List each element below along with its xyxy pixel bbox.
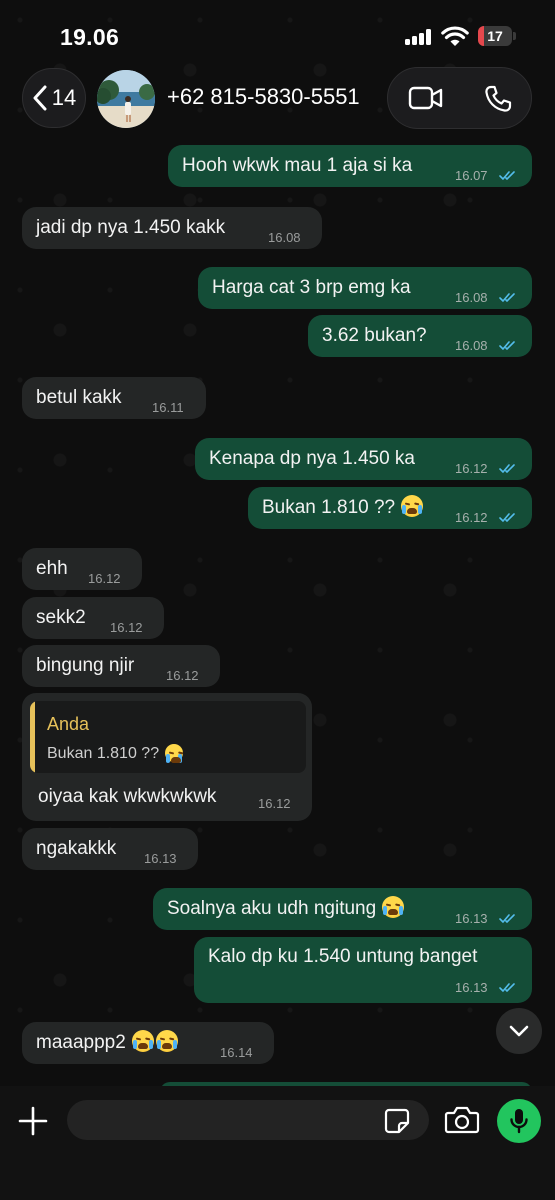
message-text: bingung njir <box>36 655 135 676</box>
scroll-to-bottom-button[interactable] <box>496 1008 542 1054</box>
wifi-icon <box>441 26 469 46</box>
battery-icon: 17 <box>478 26 516 46</box>
status-time: 19.06 <box>60 24 120 50</box>
voice-call-button[interactable] <box>480 82 516 116</box>
call-actions <box>387 67 532 129</box>
message-text: Soalnya aku udh ngitung <box>167 898 377 919</box>
message-bubble-outgoing[interactable]: Bukan 1.810 ?? 16.12 <box>248 487 532 529</box>
read-receipt-icon <box>499 513 515 522</box>
attach-plus-icon[interactable] <box>16 1104 50 1138</box>
quote-author: Anda <box>47 714 90 734</box>
message-time: 16.08 <box>455 338 488 353</box>
loudly-crying-face-icon <box>382 896 405 918</box>
loudly-crying-face-icon <box>401 495 424 517</box>
status-bar: 19.06 17 <box>0 0 555 70</box>
message-bubble-outgoing[interactable]: Soalnya aku udh ngitung 16.13 <box>153 888 532 930</box>
message-time: 16.12 <box>110 620 143 635</box>
contact-name[interactable]: +62 815-5830-5551 <box>167 84 360 110</box>
message-bubble-incoming[interactable]: ngakakkk 16.13 <box>22 828 198 870</box>
message-bubble-incoming[interactable]: maaappp2 16.14 <box>22 1022 274 1064</box>
read-receipt-icon <box>499 464 515 473</box>
message-input[interactable] <box>67 1100 429 1140</box>
read-receipt-icon <box>499 293 515 302</box>
message-text: Bukan 1.810 ?? <box>262 497 396 518</box>
message-text: maaappp2 <box>36 1032 126 1053</box>
message-time: 16.12 <box>455 510 488 525</box>
read-receipt-icon <box>499 983 515 992</box>
cellular-signal-icon <box>405 29 435 45</box>
message-text: Kenapa dp nya 1.450 ka <box>209 448 416 469</box>
loudly-crying-face-icon <box>132 1030 155 1052</box>
avatar-photo <box>97 70 155 128</box>
sticker-icon[interactable] <box>384 1108 410 1134</box>
battery-percent: 17 <box>487 28 503 44</box>
message-time: 16.11 <box>152 400 184 415</box>
message-time: 16.12 <box>166 668 199 683</box>
message-time: 16.08 <box>268 230 301 245</box>
message-time: 16.12 <box>455 461 488 476</box>
camera-icon[interactable] <box>444 1105 480 1135</box>
message-bubble-incoming[interactable]: betul kakk 16.11 <box>22 377 206 419</box>
message-time: 16.13 <box>455 980 488 995</box>
unread-chats-count: 14 <box>51 85 77 110</box>
message-text: jadi dp nya 1.450 kakk <box>36 217 226 238</box>
message-text: ehh <box>36 558 68 579</box>
chevron-down-icon <box>509 1025 529 1037</box>
chevron-left-icon <box>33 85 47 111</box>
message-bubble-outgoing[interactable]: Harga cat 3 brp emg ka 16.08 <box>198 267 532 309</box>
microphone-icon <box>510 1109 528 1134</box>
phone-icon <box>485 85 512 112</box>
voice-message-button[interactable] <box>497 1099 541 1143</box>
message-text: 3.62 bukan? <box>322 325 427 346</box>
video-camera-icon <box>408 86 443 110</box>
loudly-crying-face-icon <box>156 1030 179 1052</box>
message-bubble-incoming[interactable]: sekk2 16.12 <box>22 597 164 639</box>
message-time: 16.14 <box>220 1045 253 1060</box>
message-time: 16.08 <box>455 290 488 305</box>
read-receipt-icon <box>499 171 515 180</box>
message-bubble-outgoing[interactable]: Hooh wkwk mau 1 aja si ka 16.07 <box>168 145 532 187</box>
message-text: oiyaa kak wkwkwkwk <box>38 786 217 807</box>
loudly-crying-face-icon <box>164 744 183 763</box>
message-time: 16.13 <box>144 851 177 866</box>
composer-bar <box>0 1086 555 1200</box>
quote-text: Bukan 1.810 ?? <box>47 745 160 762</box>
message-bubble-outgoing[interactable]: Kenapa dp nya 1.450 ka 16.12 <box>195 438 532 480</box>
message-time: 16.12 <box>258 796 291 811</box>
message-text: Hooh wkwk mau 1 aja si ka <box>182 155 413 176</box>
message-bubble-incoming[interactable]: ehh 16.12 <box>22 548 142 590</box>
message-bubble-reply[interactable]: Anda Bukan 1.810 ?? oiyaa kak wkwkwkwk 1… <box>22 693 312 821</box>
message-time: 16.13 <box>455 911 488 926</box>
message-text: Harga cat 3 brp emg ka <box>212 277 411 298</box>
message-text: betul kakk <box>36 387 122 408</box>
message-time: 16.07 <box>455 168 488 183</box>
back-button[interactable]: 14 <box>22 68 86 128</box>
quote-accent-bar <box>30 701 35 773</box>
message-bubble-incoming[interactable]: jadi dp nya 1.450 kakk 16.08 <box>22 207 322 249</box>
message-text: sekk2 <box>36 607 86 628</box>
quoted-message[interactable]: Anda Bukan 1.810 ?? <box>30 701 306 773</box>
message-bubble-incoming[interactable]: bingung njir 16.12 <box>22 645 220 687</box>
message-bubble-outgoing[interactable]: 3.62 bukan? 16.08 <box>308 315 532 357</box>
message-text: Kalo dp ku 1.540 untung banget <box>208 946 478 967</box>
message-text: ngakakkk <box>36 838 117 859</box>
contact-avatar[interactable] <box>97 70 155 128</box>
read-receipt-icon <box>499 914 515 923</box>
read-receipt-icon <box>499 341 515 350</box>
message-bubble-outgoing[interactable]: Kalo dp ku 1.540 untung banget 16.13 <box>194 937 532 1003</box>
video-call-button[interactable] <box>406 82 446 114</box>
message-time: 16.12 <box>88 571 121 586</box>
